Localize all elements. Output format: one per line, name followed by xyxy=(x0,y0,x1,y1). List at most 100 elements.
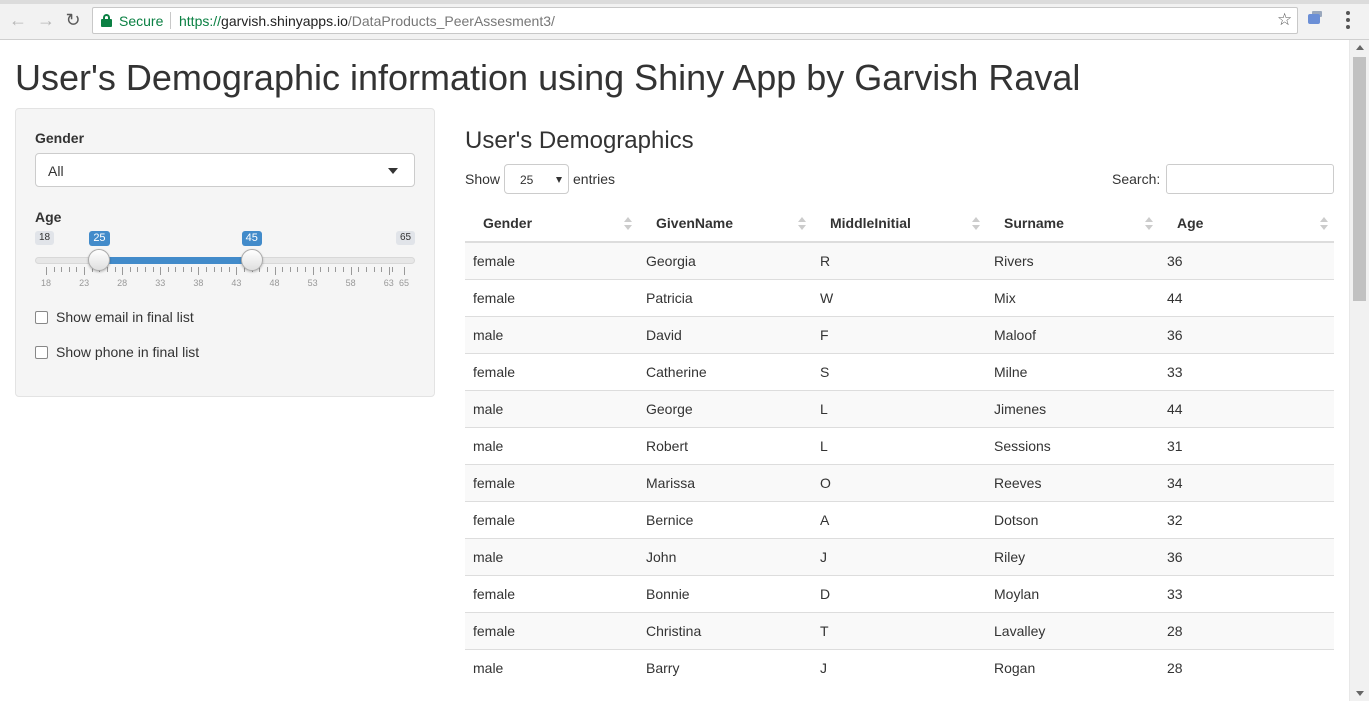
table-cell: W xyxy=(812,278,986,316)
table-cell: female xyxy=(465,611,638,649)
table-cell: David xyxy=(638,315,812,353)
entries-select[interactable]: 25 xyxy=(504,164,569,194)
slider-tick xyxy=(350,267,352,275)
table-cell: T xyxy=(812,611,986,649)
table-row[interactable]: male Robert L Sessions 31 xyxy=(465,426,1334,464)
entries-select-value: 25 xyxy=(520,173,534,187)
slider-handle-to[interactable] xyxy=(240,249,263,271)
table-cell: female xyxy=(465,352,638,390)
table-cell: Maloof xyxy=(986,315,1159,353)
search-input[interactable] xyxy=(1166,164,1334,194)
column-header[interactable]: Age xyxy=(1159,204,1334,243)
slider-minor-tick xyxy=(228,267,230,272)
address-bar[interactable]: Secure https://garvish.shinyapps.io/Data… xyxy=(92,7,1298,34)
table-body: female Georgia R Rivers 36 female Patricia W Mix… xyxy=(465,241,1334,686)
slider-minor-tick xyxy=(106,267,108,272)
table-row[interactable]: male George L Jimenes 44 xyxy=(465,389,1334,427)
table-cell: 28 xyxy=(1159,611,1334,649)
column-header[interactable]: Gender xyxy=(465,204,638,243)
star-icon[interactable]: ☆ xyxy=(1277,10,1292,30)
extension-icon[interactable] xyxy=(1306,11,1324,27)
slider-minor-tick xyxy=(167,267,169,272)
back-button[interactable]: ← xyxy=(7,9,29,31)
browser-toolbar: ← → ↻ Secure https://garvish.shinyapps.i… xyxy=(0,0,1369,40)
table-cell: 44 xyxy=(1159,389,1334,427)
column-header-label: GivenName xyxy=(656,214,734,231)
table-cell: Rogan xyxy=(986,648,1159,686)
show-email-label[interactable]: Show email in final list xyxy=(56,309,194,325)
table-cell: 36 xyxy=(1159,241,1334,279)
slider-minor-tick xyxy=(358,267,360,272)
table-cell: George xyxy=(638,389,812,427)
show-label: Show xyxy=(465,171,501,187)
slider-tick-label: 48 xyxy=(269,278,280,288)
table-cell: Mix xyxy=(986,278,1159,316)
reload-button[interactable]: ↻ xyxy=(62,9,84,31)
table-cell: 36 xyxy=(1159,315,1334,353)
sort-icon[interactable] xyxy=(972,217,980,231)
show-phone-label[interactable]: Show phone in final list xyxy=(56,344,199,360)
table-cell: Sessions xyxy=(986,426,1159,464)
table-cell: L xyxy=(812,389,986,427)
slider-tick-label: 58 xyxy=(345,278,356,288)
slider-to-label: 45 xyxy=(241,231,262,246)
table-row[interactable]: male David F Maloof 36 xyxy=(465,315,1334,353)
forward-button[interactable]: → xyxy=(35,9,57,31)
checkbox-box[interactable] xyxy=(35,346,48,359)
page-title: User's Demographic information using Shi… xyxy=(15,57,1081,98)
table-row[interactable]: female Bernice A Dotson 32 xyxy=(465,500,1334,538)
table-row[interactable]: female Georgia R Rivers 36 xyxy=(465,241,1334,279)
slider-tick xyxy=(198,267,200,275)
table-cell: R xyxy=(812,241,986,279)
sort-icon[interactable] xyxy=(1320,217,1328,231)
table-cell: O xyxy=(812,463,986,501)
table-cell: 33 xyxy=(1159,352,1334,390)
table-cell: Patricia xyxy=(638,278,812,316)
slider-minor-tick xyxy=(213,267,215,272)
gender-select[interactable]: All xyxy=(35,153,415,187)
table-cell: female xyxy=(465,574,638,612)
slider-from-label: 25 xyxy=(89,231,110,246)
table-row[interactable]: female Christina T Lavalley 28 xyxy=(465,611,1334,649)
sort-icon[interactable] xyxy=(798,217,806,231)
slider-minor-tick xyxy=(335,267,337,272)
column-header[interactable]: MiddleInitial xyxy=(812,204,986,243)
table-cell: F xyxy=(812,315,986,353)
slider-minor-tick xyxy=(343,267,345,272)
table-cell: Bernice xyxy=(638,500,812,538)
slider-tick-label: 18 xyxy=(40,278,52,288)
slider-minor-tick xyxy=(381,267,383,272)
scroll-up-icon[interactable] xyxy=(1356,45,1364,50)
slider-tick xyxy=(160,267,162,275)
table-row[interactable]: female Marissa O Reeves 34 xyxy=(465,463,1334,501)
url-text[interactable]: https://garvish.shinyapps.io/DataProduct… xyxy=(179,13,555,29)
page-scrollbar[interactable] xyxy=(1349,40,1369,701)
age-range-slider[interactable]: 18 65 25 45 18 23 28 33 38 43 48 53 58 63 65 xyxy=(35,231,416,291)
table-row[interactable]: female Bonnie D Moylan 33 xyxy=(465,574,1334,612)
sort-icon[interactable] xyxy=(1145,217,1153,231)
table-row[interactable]: female Patricia W Mix 44 xyxy=(465,278,1334,316)
chevron-down-icon xyxy=(556,177,562,183)
slider-minor-tick xyxy=(327,267,329,272)
more-menu-icon[interactable] xyxy=(1341,9,1355,31)
table-cell: Christina xyxy=(638,611,812,649)
table-row[interactable]: female Catherine S Milne 33 xyxy=(465,352,1334,390)
checkbox-box[interactable] xyxy=(35,311,48,324)
slider-minor-tick xyxy=(76,267,78,272)
slider-minor-tick xyxy=(373,267,375,272)
slider-minor-tick xyxy=(282,267,284,272)
table-cell: 36 xyxy=(1159,537,1334,575)
slider-minor-tick xyxy=(391,267,393,272)
scrollbar-thumb[interactable] xyxy=(1353,57,1366,301)
slider-tick-label: 23 xyxy=(79,278,90,288)
scroll-down-icon[interactable] xyxy=(1356,691,1364,696)
column-header[interactable]: Surname xyxy=(986,204,1159,243)
sort-icon[interactable] xyxy=(624,217,632,231)
table-cell: A xyxy=(812,500,986,538)
slider-minor-tick xyxy=(297,267,299,272)
table-row[interactable]: male John J Riley 36 xyxy=(465,537,1334,575)
table-row[interactable]: male Barry J Rogan 28 xyxy=(465,648,1334,686)
column-header[interactable]: GivenName xyxy=(638,204,812,243)
chevron-down-icon xyxy=(388,168,398,174)
slider-minor-tick xyxy=(61,267,63,272)
